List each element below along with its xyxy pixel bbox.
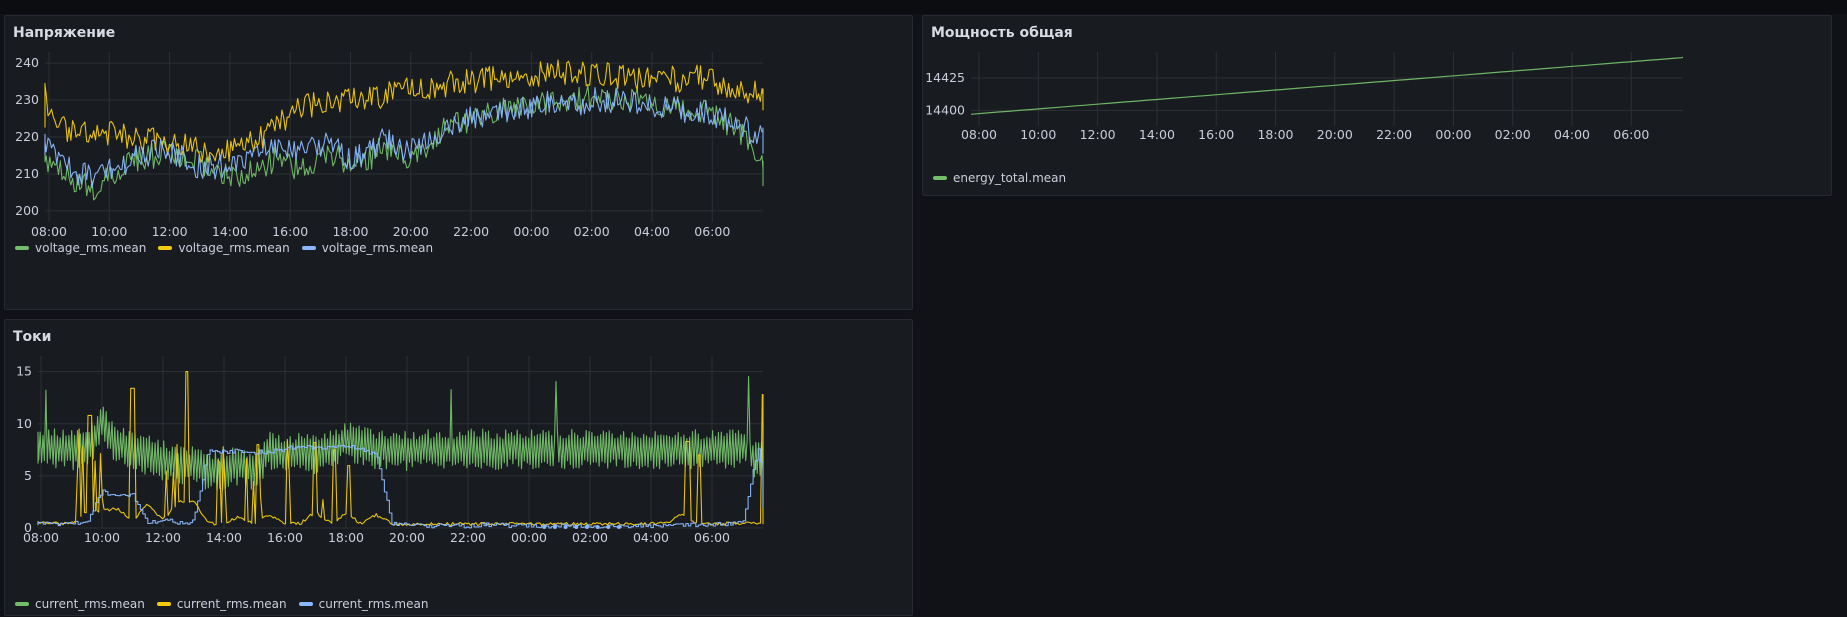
x-tick-label: 22:00 <box>1376 127 1412 142</box>
x-tick-label: 10:00 <box>91 224 127 239</box>
legend-swatch <box>15 246 29 250</box>
x-tick-label: 16:00 <box>267 530 303 545</box>
x-tick-label: 08:00 <box>961 127 997 142</box>
x-tick-label: 18:00 <box>332 224 368 239</box>
x-tick-label: 22:00 <box>450 530 486 545</box>
y-tick-label: 220 <box>15 129 39 144</box>
legend-item[interactable]: voltage_rms.mean <box>301 241 434 255</box>
legend-label: voltage_rms.mean <box>35 241 147 255</box>
legend-label: energy_total.mean <box>953 171 1067 185</box>
y-tick-label: 14425 <box>925 70 965 85</box>
legend-swatch <box>156 602 171 606</box>
data-point <box>563 524 568 529</box>
legend-swatch <box>158 246 173 250</box>
legend-swatch <box>933 176 947 180</box>
power-chart: 14400 14425 08:00 10:00 12:00 14:00 16:00 18:00… <box>925 52 1684 142</box>
current-panel[interactable]: Токи 0 5 10 15 08:00 10:00 12:00 14:00 16:00 18:0… <box>4 319 913 616</box>
current-chart: 05101508:00 10:00 12:00 14:00 16:00 18:00 20:0… <box>16 356 764 545</box>
legend-label: voltage_rms.mean <box>321 241 434 255</box>
y-tick-label: 240 <box>15 55 39 70</box>
data-point <box>584 524 589 529</box>
x-tick-label: 12:00 <box>1080 127 1116 142</box>
data-point <box>542 524 547 529</box>
x-tick-label: 02:00 <box>572 530 608 545</box>
voltage-panel[interactable]: Напряжение 200 210 220 230 240 08:00 10:00 12:0… <box>4 15 913 310</box>
legend-item[interactable]: energy_total.mean <box>933 171 1066 185</box>
series-line <box>970 56 1684 115</box>
x-tick-label: 08:00 <box>23 530 59 545</box>
x-tick-label: 06:00 <box>694 530 730 545</box>
x-tick-label: 00:00 <box>1435 127 1471 142</box>
series-line <box>44 59 764 163</box>
x-tick-label: 14:00 <box>206 530 242 545</box>
x-tick-label: 04:00 <box>1554 127 1590 142</box>
series-line <box>44 84 764 201</box>
x-tick-label: 10:00 <box>1020 127 1056 142</box>
x-tick-label: 20:00 <box>393 224 429 239</box>
x-tick-label: 12:00 <box>145 530 181 545</box>
x-tick-label: 02:00 <box>1495 127 1531 142</box>
y-tick-label: 210 <box>15 166 39 181</box>
x-tick-label: 22:00 <box>453 224 489 239</box>
top-bar <box>0 0 1847 14</box>
x-tick-label: 16:00 <box>272 224 308 239</box>
y-tick-label: 5 <box>24 468 32 483</box>
x-tick-label: 02:00 <box>574 224 610 239</box>
x-tick-label: 16:00 <box>1198 127 1234 142</box>
legend-label: current_rms.mean <box>176 597 287 611</box>
x-tick-label: 18:00 <box>328 530 364 545</box>
legend-item[interactable]: current_rms.mean <box>15 597 145 611</box>
legend-label: current_rms.mean <box>318 597 429 611</box>
legend-item[interactable]: current_rms.mean <box>298 597 429 611</box>
legend-swatch <box>301 246 316 250</box>
legend-item[interactable]: voltage_rms.mean <box>158 241 290 255</box>
data-point <box>574 524 579 529</box>
data-point <box>616 524 621 529</box>
power-legend: energy_total.mean <box>933 171 1066 185</box>
legend-swatch <box>15 602 29 606</box>
x-tick-label: 20:00 <box>1317 127 1353 142</box>
series-line <box>37 376 764 492</box>
x-tick-label: 00:00 <box>513 224 549 239</box>
x-tick-label: 06:00 <box>694 224 730 239</box>
y-tick-label: 230 <box>15 92 39 107</box>
x-tick-label: 12:00 <box>152 224 188 239</box>
x-tick-label: 10:00 <box>84 530 120 545</box>
x-tick-label: 06:00 <box>1613 127 1649 142</box>
legend-label: voltage_rms.mean <box>178 241 290 255</box>
voltage-chart: 200 210 220 230 240 08:00 10:00 12:00 14:00 16:00… <box>15 52 764 239</box>
x-tick-label: 04:00 <box>633 530 669 545</box>
x-tick-label: 20:00 <box>389 530 425 545</box>
data-point <box>595 524 600 529</box>
current-legend: current_rms.mean current_rms.mean curren… <box>15 597 428 611</box>
data-point <box>606 524 611 529</box>
data-point <box>552 524 557 529</box>
x-tick-label: 04:00 <box>634 224 670 239</box>
y-tick-label: 15 <box>16 364 32 379</box>
legend-item[interactable]: current_rms.mean <box>156 597 287 611</box>
x-tick-label: 08:00 <box>31 224 67 239</box>
x-tick-label: 14:00 <box>1139 127 1175 142</box>
legend-label: current_rms.mean <box>35 597 145 611</box>
y-tick-label: 14400 <box>925 102 965 117</box>
power-panel[interactable]: Мощность общая 14400 14425 08:00 10:00 12:00… <box>922 15 1832 196</box>
y-tick-label: 200 <box>15 203 39 218</box>
x-tick-label: 14:00 <box>212 224 248 239</box>
y-tick-label: 10 <box>16 416 32 431</box>
legend-item[interactable]: voltage_rms.mean <box>15 241 146 255</box>
voltage-legend: voltage_rms.mean voltage_rms.mean voltag… <box>15 241 433 255</box>
x-tick-label: 18:00 <box>1257 127 1293 142</box>
legend-swatch <box>298 602 313 606</box>
x-tick-label: 00:00 <box>511 530 547 545</box>
